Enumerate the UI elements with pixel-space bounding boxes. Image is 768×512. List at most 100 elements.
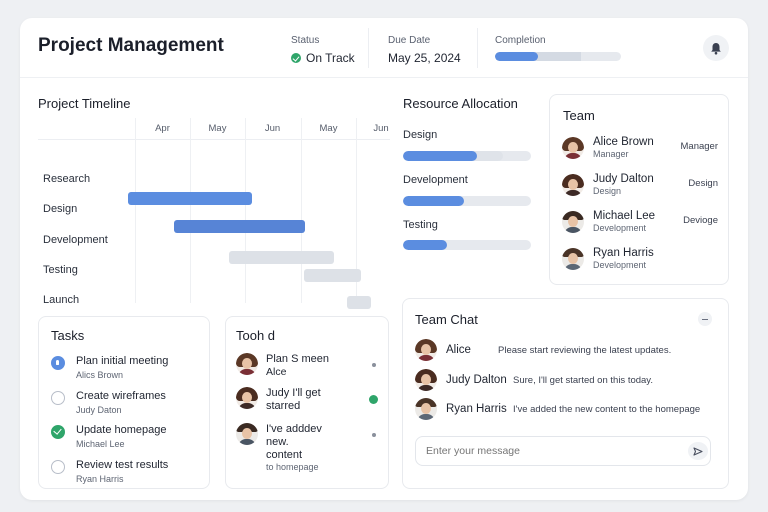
avatar <box>415 398 437 420</box>
divider <box>477 28 478 68</box>
chat-title: Team Chat <box>415 312 478 327</box>
notification-bell-icon[interactable] <box>703 35 729 61</box>
in-progress-icon[interactable] <box>51 356 65 370</box>
activity-subtext: Alce <box>266 366 287 378</box>
completion-block: Completion <box>495 35 621 61</box>
timeline-row-label: Research <box>43 173 91 185</box>
app-window: Project Management Status On Track Due D… <box>20 18 748 500</box>
timeline-row-label: Launch <box>43 294 80 306</box>
activity-text: I've adddev <box>266 423 322 435</box>
avatar <box>415 339 437 361</box>
checkbox-icon[interactable] <box>51 391 65 405</box>
member-name: Judy Dalton <box>593 173 654 185</box>
header-bar: Project Management Status On Track Due D… <box>20 18 748 78</box>
timeline-row-label: Design <box>43 203 78 215</box>
gantt-bar-testing-2[interactable] <box>304 269 361 282</box>
status-dot <box>372 433 376 437</box>
task-item[interactable]: Review test results Ryan Harris <box>51 459 168 485</box>
status-text: On Track <box>306 51 355 65</box>
team-member[interactable]: Michael Lee Development <box>562 210 655 234</box>
avatar <box>562 174 584 196</box>
member-role: Devioge <box>683 215 718 226</box>
task-item[interactable]: Update homepage Michael Lee <box>51 424 167 450</box>
team-title: Team <box>563 108 595 123</box>
activity-subtext: starred <box>266 400 301 412</box>
completion-progress-bar <box>495 52 621 61</box>
timeline-month: Apr <box>155 123 170 134</box>
tasks-panel: Tasks Plan initial meeting Alics Brown Cr… <box>38 316 210 489</box>
timeline-title: Project Timeline <box>38 96 131 111</box>
member-role: Design <box>688 178 718 189</box>
send-icon[interactable] <box>688 442 708 460</box>
completion-progress-fill <box>495 52 538 61</box>
team-member[interactable]: Ryan Harris Development <box>562 247 654 271</box>
avatar <box>236 353 258 375</box>
member-name: Alice Brown <box>593 136 654 148</box>
chat-text: Please start reviewing the latest update… <box>498 344 672 356</box>
gantt-bar-design[interactable] <box>128 192 252 205</box>
activity-item[interactable]: Plan S meen Alce <box>236 353 376 379</box>
team-member[interactable]: Judy Dalton Design <box>562 173 654 197</box>
team-member[interactable]: Alice Brown Manager <box>562 136 654 160</box>
member-subtitle: Development <box>593 223 647 233</box>
activity-text: Plan S meen <box>266 353 329 365</box>
task-name: Create wireframes <box>76 390 166 402</box>
activity-subtext: to homepage <box>266 462 319 472</box>
timeline-month: Jun <box>264 123 281 134</box>
grid-line <box>190 118 191 303</box>
activity-panel: Tooh d Plan S meen Alce Judy I'll get star… <box>225 316 389 489</box>
task-item[interactable]: Plan initial meeting Alics Brown <box>51 355 168 381</box>
task-name: Plan initial meeting <box>76 355 169 367</box>
chat-message: Alice Please start reviewing the latest … <box>415 339 671 361</box>
gantt-bar-testing[interactable] <box>229 251 334 264</box>
chat-message-input[interactable] <box>415 436 711 466</box>
task-assignee: Judy Daton <box>76 405 122 415</box>
member-subtitle: Development <box>593 260 647 270</box>
resource-bar <box>403 240 531 250</box>
task-name: Update homepage <box>76 424 167 436</box>
activity-item[interactable]: Judy I'll get starred <box>236 387 378 413</box>
activity-title: Tooh d <box>236 328 276 343</box>
chat-text: I've added the new content to the homepa… <box>513 403 701 415</box>
resource-title: Resource Allocation <box>403 96 518 111</box>
grid-line <box>135 118 136 303</box>
activity-text: new. <box>266 436 289 448</box>
chat-message: Ryan Harris I've added the new content t… <box>415 398 700 420</box>
task-name: Review test results <box>76 459 169 471</box>
team-panel: Team Alice Brown Manager Manager Judy Dal… <box>549 94 729 285</box>
chat-sender: Alice <box>446 344 471 356</box>
check-circle-icon[interactable] <box>51 425 65 439</box>
grid-line <box>245 118 246 303</box>
member-subtitle: Manager <box>593 149 629 159</box>
check-circle-icon <box>369 395 378 404</box>
member-name: Michael Lee <box>593 210 656 222</box>
resource-bar-fill <box>403 151 478 161</box>
timeline-month: May <box>319 123 338 134</box>
avatar <box>236 387 258 409</box>
chat-message: Judy Dalton Sure, I'll get started on th… <box>415 369 653 391</box>
minimize-icon[interactable] <box>698 312 712 326</box>
task-assignee: Alics Brown <box>76 370 124 380</box>
member-subtitle: Design <box>593 186 622 196</box>
task-assignee: Michael Lee <box>76 439 125 449</box>
activity-item[interactable]: I've adddev new. content to homepage <box>236 423 376 473</box>
task-item[interactable]: Create wireframes Judy Daton <box>51 390 166 416</box>
resource-label: Testing <box>403 219 438 231</box>
avatar <box>415 369 437 391</box>
project-timeline: Apr May Jun May Jun Research Design Deve… <box>38 118 390 309</box>
gantt-bar-development[interactable] <box>174 220 305 233</box>
checkbox-icon[interactable] <box>51 460 65 474</box>
member-name: Ryan Harris <box>593 247 654 259</box>
member-role: Manager <box>680 141 719 152</box>
status-value: On Track <box>291 51 355 65</box>
avatar <box>562 211 584 233</box>
page-title: Project Management <box>38 35 224 56</box>
status-label: Status <box>291 35 320 46</box>
gantt-bar-launch[interactable] <box>347 296 371 309</box>
avatar <box>562 137 584 159</box>
timeline-month: May <box>208 123 227 134</box>
chat-sender: Judy Dalton <box>446 374 507 386</box>
chat-sender: Ryan Harris <box>446 403 507 415</box>
team-chat-panel: Team Chat Alice Please start reviewing t… <box>402 298 729 489</box>
activity-text: content <box>266 449 303 461</box>
